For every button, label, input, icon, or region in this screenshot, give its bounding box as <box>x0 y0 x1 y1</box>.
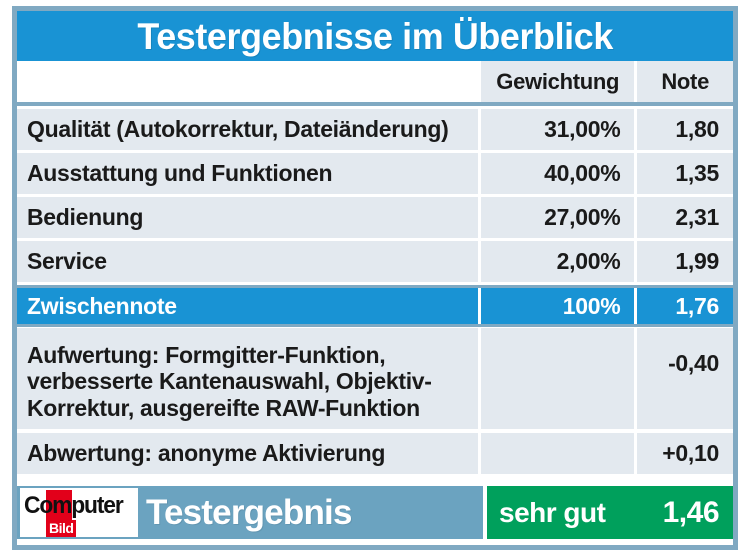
verdict-box: sehr gut 1,46 <box>487 486 733 539</box>
subtotal-row: Zwischennote 100% 1,76 <box>17 288 733 324</box>
upgrade-line: verbesserte Kantenauswahl, Objektiv- <box>27 368 432 395</box>
row-weight: 2,00% <box>556 248 621 274</box>
row-grade: 2,31 <box>675 204 719 230</box>
header-label-weighting: Gewichtung <box>496 68 620 94</box>
upgrade-label-cell: Aufwertung: Formgitter-Funktion, verbess… <box>17 328 478 429</box>
row-label: Ausstattung und Funktionen <box>27 160 333 187</box>
subtotal-label: Zwischennote <box>27 292 177 319</box>
row-label-cell: Bedienung <box>17 197 478 238</box>
downgrade-grade: +0,10 <box>662 440 719 466</box>
row-weight-cell: 2,00% <box>480 241 635 282</box>
test-results-infographic: Testergebnisse im Überblick Gewichtung N… <box>0 0 745 556</box>
row-label: Bedienung <box>27 204 144 231</box>
row-label: Qualität (Autokorrektur, Dateiänderung) <box>27 116 449 143</box>
table-frame: Testergebnisse im Überblick Gewichtung N… <box>12 6 738 550</box>
subtotal-weight: 100% <box>562 292 621 319</box>
row-weight: 40,00% <box>544 160 621 186</box>
header-cell-empty <box>17 61 479 102</box>
logo-word-computer: Computer <box>24 492 124 519</box>
upgrade-line: Korrektur, ausgereifte RAW-Funktion <box>27 394 420 421</box>
result-label-section: Computer Bild Testergebnis <box>17 486 483 539</box>
row-weight: 27,00% <box>544 204 621 230</box>
upgrade-line: Aufwertung: Formgitter-Funktion, <box>27 341 386 368</box>
row-grade: 1,35 <box>675 160 719 186</box>
downgrade-label-cell: Abwertung: anonyme Aktivierung <box>17 433 478 474</box>
row-label: Service <box>27 248 107 275</box>
row-grade: 1,80 <box>675 116 719 142</box>
upgrade-weight-cell <box>480 328 635 429</box>
table-row: Bedienung 27,00% 2,31 <box>17 197 733 238</box>
subtotal-grade: 1,76 <box>675 292 719 319</box>
upgrade-grade-cell: -0,40 <box>637 328 733 429</box>
page-title: Testergebnisse im Überblick <box>137 15 613 57</box>
header-cell-weighting: Gewichtung <box>481 61 635 102</box>
upgrade-row: Aufwertung: Formgitter-Funktion, verbess… <box>17 328 733 429</box>
table-row: Ausstattung und Funktionen 40,00% 1,35 <box>17 153 733 194</box>
row-weight: 31,00% <box>544 116 621 142</box>
row-label-cell: Ausstattung und Funktionen <box>17 153 478 194</box>
downgrade-grade-cell: +0,10 <box>637 433 733 474</box>
downgrade-row: Abwertung: anonyme Aktivierung +0,10 <box>17 433 733 474</box>
final-grade: 1,46 <box>662 495 720 529</box>
row-grade-cell: 1,99 <box>637 241 733 282</box>
subtotal-label-cell: Zwischennote <box>17 288 478 324</box>
header-cell-grade: Note <box>637 61 733 102</box>
row-label-cell: Service <box>17 241 478 282</box>
row-grade: 1,99 <box>675 248 719 274</box>
downgrade-weight-cell <box>480 433 635 474</box>
row-grade-cell: 1,35 <box>637 153 733 194</box>
subtotal-grade-cell: 1,76 <box>637 288 733 324</box>
upgrade-grade: -0,40 <box>668 350 719 376</box>
table-row: Qualität (Autokorrektur, Dateiänderung) … <box>17 109 733 150</box>
table-header-row: Gewichtung Note <box>17 61 733 102</box>
row-grade-cell: 2,31 <box>637 197 733 238</box>
verdict-text: sehr gut <box>499 496 606 528</box>
computerbild-logo: Computer Bild <box>20 488 138 537</box>
table-row: Service 2,00% 1,99 <box>17 241 733 282</box>
subtotal-divider-bottom <box>17 324 733 327</box>
header-divider <box>17 102 733 106</box>
row-weight-cell: 40,00% <box>480 153 635 194</box>
row-weight-cell: 27,00% <box>480 197 635 238</box>
header-label-grade: Note <box>661 68 710 94</box>
row-weight-cell: 31,00% <box>480 109 635 150</box>
subtotal-weight-cell: 100% <box>480 288 635 324</box>
row-grade-cell: 1,80 <box>637 109 733 150</box>
result-label: Testergebnis <box>146 492 352 532</box>
title-bar: Testergebnisse im Überblick <box>17 11 733 61</box>
final-result-bar: Computer Bild Testergebnis sehr gut 1,46 <box>17 486 733 539</box>
logo-word-bild: Bild <box>46 520 77 537</box>
row-label-cell: Qualität (Autokorrektur, Dateiänderung) <box>17 109 478 150</box>
downgrade-label: Abwertung: anonyme Aktivierung <box>27 440 386 467</box>
